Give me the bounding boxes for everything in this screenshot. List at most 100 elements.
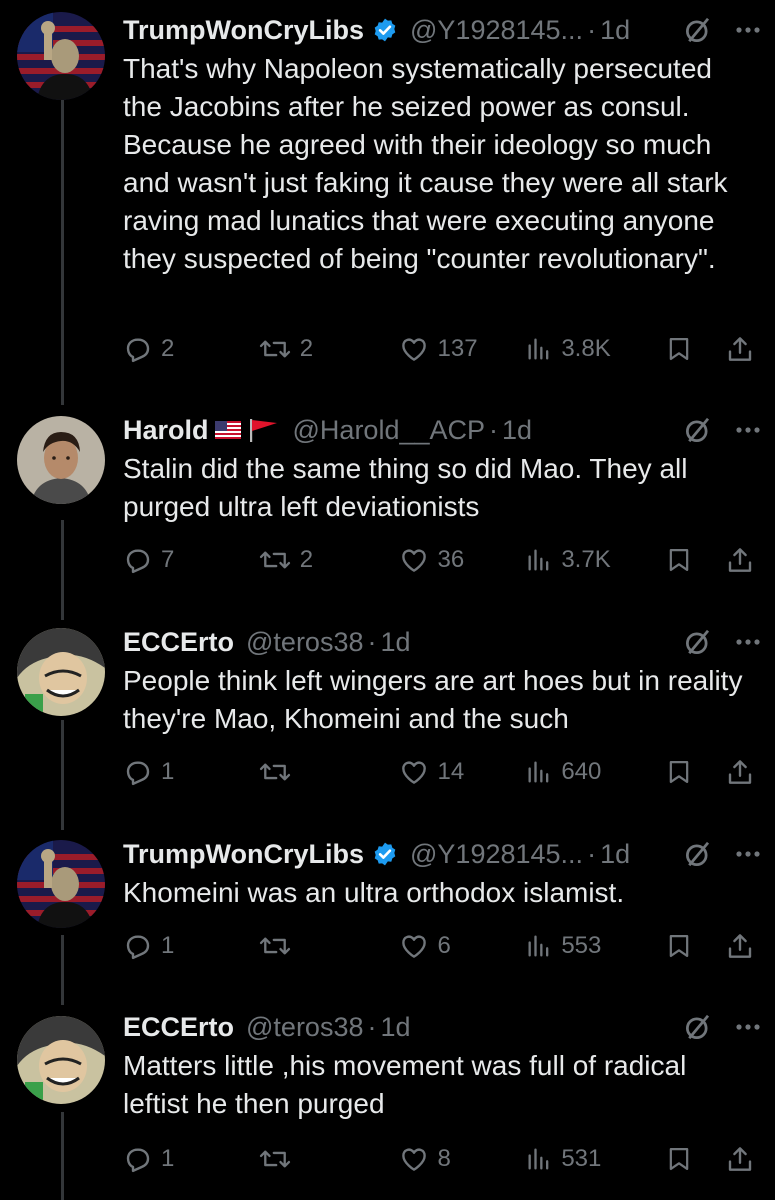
separator-dot: ·	[367, 626, 377, 657]
tweet[interactable]: Harold @Harold__ACP · 1d Stalin did the …	[0, 405, 775, 605]
views-count: 3.8K	[561, 335, 611, 362]
separator-dot: ·	[367, 1011, 377, 1042]
author-name[interactable]: TrumpWonCryLibs	[123, 839, 364, 870]
views-button[interactable]: 553	[525, 931, 665, 961]
grok-icon[interactable]	[683, 839, 713, 869]
bookmark-button[interactable]	[665, 334, 725, 364]
avatar[interactable]	[17, 416, 105, 504]
timestamp[interactable]: 1d	[380, 627, 410, 658]
bookmark-button[interactable]	[665, 757, 725, 787]
share-button[interactable]	[725, 931, 755, 961]
grok-icon[interactable]	[683, 15, 713, 45]
repost-button[interactable]: 2	[258, 545, 398, 575]
more-icon[interactable]	[735, 850, 761, 858]
author-handle[interactable]: @Y1928145...	[410, 839, 583, 870]
repost-button[interactable]	[258, 757, 398, 787]
like-count: 137	[437, 335, 478, 362]
reply-count: 1	[161, 1145, 175, 1172]
share-icon	[728, 934, 752, 958]
red-flag-icon	[247, 417, 281, 443]
bookmark-icon	[669, 760, 689, 784]
tweet[interactable]: TrumpWonCryLibs @Y1928145... · 1d Khomei…	[0, 830, 775, 1000]
like-icon	[401, 338, 426, 361]
views-button[interactable]: 3.8K	[525, 334, 665, 364]
repost-icon	[259, 937, 290, 955]
views-button[interactable]: 640	[525, 757, 665, 787]
author-name[interactable]: Harold	[123, 415, 209, 446]
author-name[interactable]: ECCErto	[123, 1012, 234, 1043]
tweet-text: Stalin did the same thing so did Mao. Th…	[123, 453, 688, 522]
like-icon	[401, 935, 426, 958]
bookmark-button[interactable]	[665, 1144, 725, 1174]
grok-icon[interactable]	[683, 1012, 713, 1042]
share-button[interactable]	[725, 334, 755, 364]
views-icon	[528, 935, 549, 957]
repost-icon	[259, 340, 290, 358]
author-name[interactable]: TrumpWonCryLibs	[123, 15, 364, 46]
more-icon[interactable]	[735, 638, 761, 646]
avatar[interactable]	[17, 840, 105, 928]
reply-button[interactable]: 1	[123, 757, 258, 787]
timestamp[interactable]: 1d	[600, 15, 630, 46]
share-icon	[728, 548, 752, 572]
more-icon[interactable]	[735, 26, 761, 34]
views-count: 3.7K	[561, 546, 611, 573]
author-name[interactable]: ECCErto	[123, 627, 234, 658]
like-button[interactable]: 14	[398, 757, 526, 787]
views-count: 531	[561, 1145, 602, 1172]
timestamp[interactable]: 1d	[600, 839, 630, 870]
reply-button[interactable]: 7	[123, 545, 258, 575]
share-button[interactable]	[725, 1144, 755, 1174]
reply-icon	[126, 935, 150, 960]
bookmark-button[interactable]	[665, 545, 725, 575]
repost-button[interactable]: 2	[258, 334, 398, 364]
reply-icon	[126, 549, 150, 574]
more-icon[interactable]	[735, 1023, 761, 1031]
author-handle[interactable]: @teros38	[246, 627, 363, 658]
tweet[interactable]: TrumpWonCryLibs @Y1928145... · 1d That's…	[0, 0, 775, 400]
like-button[interactable]: 8	[398, 1144, 526, 1174]
like-button[interactable]: 6	[398, 931, 526, 961]
reply-button[interactable]: 1	[123, 1144, 258, 1174]
tweet-text: Khomeini was an ultra orthodox islamist.	[123, 877, 625, 908]
author-handle[interactable]: @Y1928145...	[410, 15, 583, 46]
author-handle[interactable]: @Harold__ACP	[293, 415, 486, 446]
us-flag-icon	[214, 421, 241, 439]
bookmark-icon	[669, 1147, 689, 1171]
tweet[interactable]: ECCErto @teros38 · 1d Matters little ,hi…	[0, 1005, 775, 1200]
timestamp[interactable]: 1d	[502, 415, 532, 446]
more-icon[interactable]	[735, 426, 761, 434]
views-button[interactable]: 531	[525, 1144, 665, 1174]
reply-count: 2	[161, 335, 175, 362]
timestamp[interactable]: 1d	[380, 1012, 410, 1043]
like-count: 8	[437, 1145, 451, 1172]
share-button[interactable]	[725, 757, 755, 787]
avatar[interactable]	[17, 1016, 105, 1104]
views-button[interactable]: 3.7K	[525, 545, 665, 575]
like-button[interactable]: 36	[398, 545, 526, 575]
avatar[interactable]	[17, 12, 105, 100]
reply-button[interactable]: 2	[123, 334, 258, 364]
repost-button[interactable]	[258, 931, 398, 961]
share-icon	[728, 337, 752, 361]
bookmark-icon	[669, 548, 689, 572]
tweet-text: Matters little ,his movement was full of…	[123, 1050, 687, 1119]
repost-button[interactable]	[258, 1144, 398, 1174]
like-button[interactable]: 137	[398, 334, 526, 364]
views-icon	[528, 338, 549, 360]
grok-icon[interactable]	[683, 415, 713, 445]
share-button[interactable]	[725, 545, 755, 575]
tweet[interactable]: ECCErto @teros38 · 1d People think left …	[0, 615, 775, 815]
reply-count: 1	[161, 932, 175, 959]
bookmark-icon	[669, 934, 689, 958]
like-count: 6	[437, 932, 451, 959]
avatar[interactable]	[17, 628, 105, 716]
bookmark-button[interactable]	[665, 931, 725, 961]
repost-count: 2	[299, 546, 314, 573]
reply-button[interactable]: 1	[123, 931, 258, 961]
grok-icon[interactable]	[683, 627, 713, 657]
bookmark-icon	[669, 337, 689, 361]
repost-icon	[259, 551, 290, 569]
author-handle[interactable]: @teros38	[246, 1012, 363, 1043]
reply-icon	[126, 1148, 150, 1173]
